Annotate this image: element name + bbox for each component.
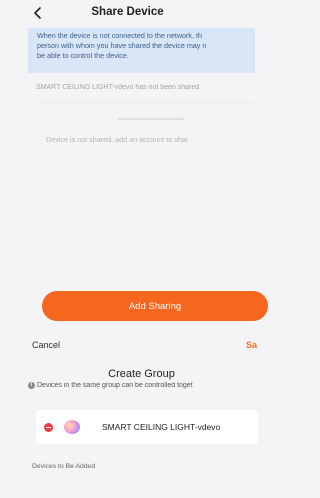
info-icon: i [28,382,35,389]
info-banner-line: When the device is not connected to the … [37,31,203,40]
minus-circle-icon[interactable] [44,423,53,432]
share-status-text: SMART CEILING LIGHT-vdevo has not been s… [36,84,200,91]
save-button[interactable]: Sa [246,340,257,350]
divider [36,102,255,103]
sheet-title: Create Group [108,368,175,380]
create-group-sheet: Cancel Sa Create Group i Devices in the … [28,334,258,498]
share-device-screen: Share Device When the device is not conn… [0,0,268,338]
empty-state-text: Device is not shared, add an account to … [46,135,189,144]
device-list-item[interactable]: SMART CEILING LIGHT-vdevo [36,410,258,444]
group-hint: i Devices in the same group can be contr… [28,382,258,389]
ceiling-light-icon [64,420,80,434]
info-banner-line: be able to control the device. [37,51,129,60]
info-banner: When the device is not connected to the … [28,28,255,73]
devices-to-be-added-heading: Devices to Be Added [32,463,96,470]
add-sharing-button[interactable]: Add Sharing [42,291,268,321]
info-banner-line: person with whom you have shared the dev… [37,41,207,50]
scroll-indicator [118,118,184,120]
nav-bar: Share Device [0,0,255,28]
page-title: Share Device [91,6,164,18]
group-hint-text: Devices in the same group can be control… [37,382,193,389]
cancel-button[interactable]: Cancel [32,340,60,350]
device-name: SMART CEILING LIGHT-vdevo [102,422,221,432]
